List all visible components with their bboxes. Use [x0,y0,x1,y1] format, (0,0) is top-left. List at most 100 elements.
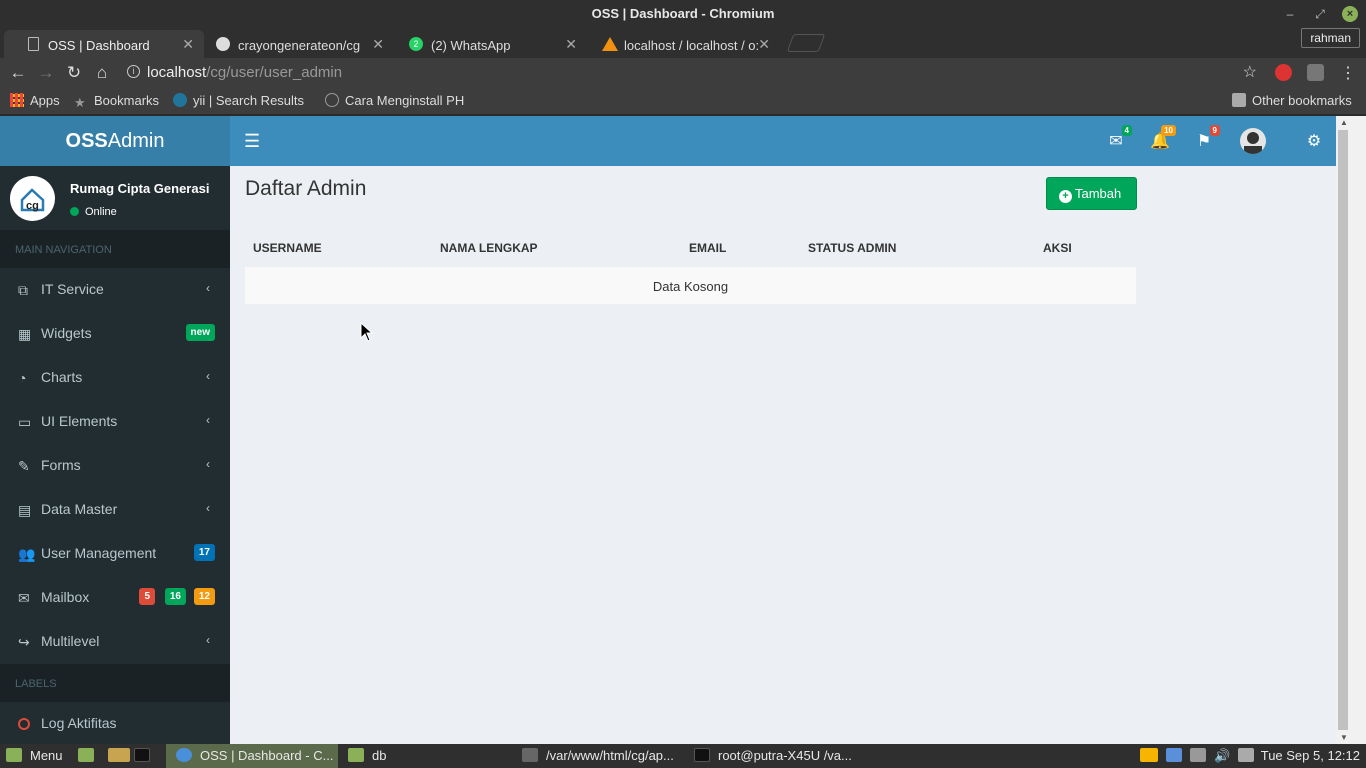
sidebar-item-label: Forms [41,457,81,473]
sidebar-item-widgets[interactable]: ▦ Widgets new [0,312,230,356]
tab-close-icon[interactable]: ✕ [182,36,194,53]
bell-icon[interactable]: 🔔 10 [1150,125,1176,151]
p-icon [325,93,339,107]
laptop-icon: ▭ [18,414,32,430]
column-header-nama-lengkap: NAMA LENGKAP [440,241,538,255]
bookmark-cara[interactable]: Cara Menginstall PH [325,93,464,108]
sidebar-item-log-aktifitas[interactable]: Log Aktifitas [0,702,230,744]
new-badge: new [185,324,215,341]
taskbar-clock[interactable]: Tue Sep 5, 12:12 [1261,748,1360,763]
bookmark-label: yii | Search Results [193,93,305,108]
add-admin-button[interactable]: + Tambah [1046,177,1137,210]
envelope-icon: ✉ [18,590,30,606]
table-empty-row: Data Kosong [245,267,1136,304]
tab-label: (2) WhatsApp [431,38,511,53]
menu-label: Menu [30,748,63,763]
tab-close-icon[interactable]: ✕ [565,36,577,53]
count-badge: 17 [193,544,215,561]
shield-icon [1166,748,1182,762]
sidebar-item-mailbox[interactable]: ✉ Mailbox 5 16 12 [0,576,230,620]
profile-button[interactable]: rahman [1301,28,1360,48]
flag-icon[interactable]: ⚑ 9 [1194,125,1220,151]
sidebar-item-forms[interactable]: ✎ Forms ‹ [0,444,230,488]
scrollbar-thumb[interactable] [1338,130,1348,730]
volume-icon: 🔊 [1214,748,1231,763]
restore-icon[interactable]: ⤢ [1312,7,1328,22]
user-name: Rumag Cipta Generasi [70,181,210,196]
extension-adblock-icon[interactable] [1275,64,1292,81]
scroll-up-icon[interactable]: ▲ [1340,118,1348,127]
back-icon[interactable]: ← [8,63,28,83]
minimize-icon[interactable]: – [1282,7,1298,21]
taskbar-window-editor[interactable]: /var/www/html/cg/ap... [522,748,674,763]
extension-shield-icon[interactable] [1307,64,1324,81]
bookmark-label: Other bookmarks [1252,93,1352,108]
sidebar-item-ui-elements[interactable]: ▭ UI Elements ‹ [0,400,230,444]
bookmark-apps[interactable]: Apps [10,93,60,108]
bookmark-bookmarks[interactable]: ★ Bookmarks [74,93,160,110]
gears-icon[interactable]: ⚙ [1304,131,1324,151]
taskbar-window-label: /var/www/html/cg/ap... [546,748,674,763]
chevron-left-icon: ‹ [206,281,210,295]
folder-icon [1232,93,1246,107]
sidebar-item-charts[interactable]: ◔ Charts ‹ [0,356,230,400]
envelope-icon[interactable]: ✉ 4 [1106,125,1132,151]
app-logo[interactable]: OSSAdmin [0,116,230,166]
taskbar-window-chromium[interactable]: OSS | Dashboard - C... [176,748,333,763]
taskbar-window-label: db [372,748,387,763]
reload-icon[interactable]: ↻ [64,63,84,83]
sidebar: cg Rumag Cipta Generasi Online MAIN NAVI… [0,166,230,744]
taskbar-window-terminal[interactable]: root@putra-X45U /va... [694,748,852,763]
chevron-left-icon: ‹ [206,457,210,471]
tab-oss-dashboard[interactable]: OSS | Dashboard ✕ [4,30,204,58]
tab-phpmyadmin[interactable]: localhost / localhost / o: ✕ [580,30,780,58]
avatar-person-icon [1244,132,1262,154]
tray-shield-icon[interactable] [1166,748,1190,763]
menu-kebab-icon[interactable]: ⋮ [1338,63,1358,83]
editor-icon [522,748,538,762]
tab-close-icon[interactable]: ✕ [372,36,384,53]
logo-bold: OSS [65,130,108,152]
taskbar-window-db[interactable]: db [348,748,386,763]
tray-network-icon[interactable] [1190,748,1214,763]
page-scrollbar[interactable]: ▲ ▼ [1336,116,1366,744]
tray-windows-icon[interactable] [1140,748,1166,763]
tab-close-icon[interactable]: ✕ [758,36,770,53]
sidebar-item-user-management[interactable]: 👥 User Management 17 [0,532,230,576]
close-window-icon[interactable]: × [1342,6,1358,22]
user-logo-icon: cg [10,176,55,221]
launcher-files[interactable] [78,748,102,763]
logo-rest: Admin [107,130,165,152]
edit-docs-icon: ⧉ [18,282,28,298]
sidebar-item-multilevel[interactable]: ↪ Multilevel ‹ [0,620,230,664]
bookmark-other[interactable]: Other bookmarks [1232,93,1352,108]
sidebar-item-label: User Management [41,545,157,561]
bookmark-label: Bookmarks [94,93,160,108]
address-bar[interactable]: i localhost/cg/user/user_admin ☆ [120,61,1265,85]
new-tab-button[interactable] [786,34,826,52]
hamburger-icon[interactable]: ☰ [244,131,260,152]
bookmark-label: Cara Menginstall PH [345,93,465,108]
sidebar-item-it-service[interactable]: ⧉ IT Service ‹ [0,268,230,312]
chevron-left-icon: ‹ [206,369,210,383]
network-icon [1190,748,1206,762]
info-icon[interactable]: i [127,65,140,78]
share-icon: ↪ [18,634,30,650]
start-menu-button[interactable]: Menu [6,748,63,763]
tab-github[interactable]: crayongenerateon/cg ✕ [194,30,394,58]
sidebar-item-data-master[interactable]: ▤ Data Master ‹ [0,488,230,532]
launcher-terminal[interactable] [134,748,158,763]
scroll-down-icon[interactable]: ▼ [1340,733,1348,742]
home-icon[interactable]: ⌂ [92,63,112,83]
column-header-aksi: AKSI [1043,241,1072,255]
avatar[interactable] [1240,128,1266,154]
bookmark-star-icon[interactable]: ☆ [1243,62,1257,82]
circle-icon [18,718,30,730]
tray-volume-icon[interactable]: 🔊 [1214,748,1230,764]
plus-circle-icon: + [1059,190,1072,203]
tray-battery-icon[interactable] [1238,748,1262,763]
tab-whatsapp[interactable]: 2 (2) WhatsApp ✕ [387,30,587,58]
forward-icon[interactable]: → [36,63,56,83]
bookmark-yii[interactable]: yii | Search Results [173,93,304,108]
chevron-left-icon: ‹ [206,633,210,647]
